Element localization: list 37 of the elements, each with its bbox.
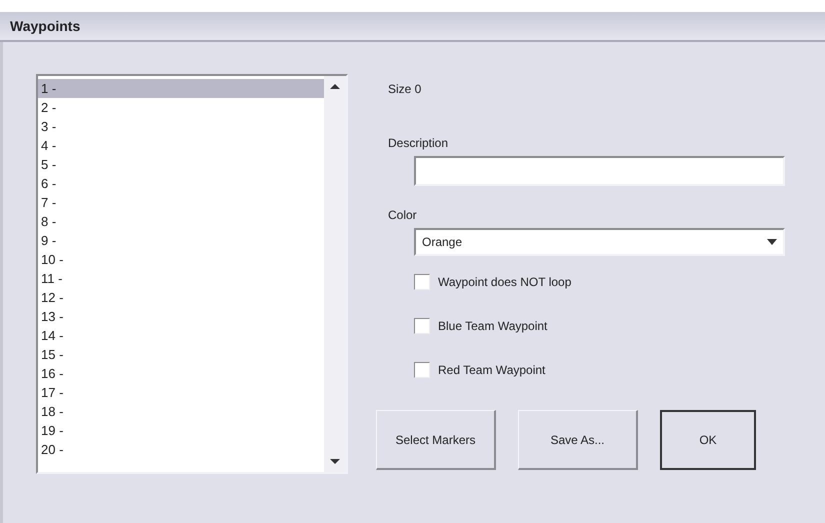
list-item[interactable]: 1 - — [38, 79, 324, 98]
list-item[interactable]: 15 - — [38, 345, 324, 364]
waypoint-list[interactable]: 1 - 2 - 3 - 4 - 5 - 6 - 7 - 8 - 9 - 10 - 11 - 12 - 13 - 14 - 15 - 16 - 17 - 18 - 19 - 20 - — [36, 74, 348, 474]
list-item[interactable]: 4 - — [38, 136, 324, 155]
list-item[interactable]: 9 - — [38, 231, 324, 250]
list-item[interactable]: 5 - — [38, 155, 324, 174]
color-dropdown[interactable]: Orange — [414, 228, 785, 256]
list-item[interactable]: 18 - — [38, 402, 324, 421]
dialog-button[interactable]: OK — [660, 410, 756, 470]
option-checkbox[interactable]: Red Team Waypoint — [414, 362, 785, 378]
description-label: Description — [388, 136, 450, 150]
option-checkbox[interactable]: Blue Team Waypoint — [414, 318, 785, 334]
dialog-button[interactable]: Select Markers — [376, 410, 496, 470]
list-item[interactable]: 3 - — [38, 117, 324, 136]
list-item[interactable]: 19 - — [38, 421, 324, 440]
list-item[interactable]: 17 - — [38, 383, 324, 402]
list-item[interactable]: 13 - — [38, 307, 324, 326]
option-checkbox[interactable]: Waypoint does NOT loop — [414, 274, 785, 290]
list-item[interactable]: 16 - — [38, 364, 324, 383]
list-item[interactable]: 7 - — [38, 193, 324, 212]
list-item[interactable]: 20 - — [38, 440, 324, 459]
list-item[interactable]: 6 - — [38, 174, 324, 193]
list-item[interactable]: 14 - — [38, 326, 324, 345]
scroll-down-icon[interactable] — [329, 458, 341, 466]
dropdown-arrow-icon — [767, 239, 777, 245]
size-label: Size 0 — [388, 82, 422, 96]
list-item[interactable]: 12 - — [38, 288, 324, 307]
description-field[interactable] — [414, 156, 785, 186]
list-item[interactable]: 8 - — [38, 212, 324, 231]
window-title: Waypoints — [10, 18, 80, 34]
scroll-up-icon[interactable] — [329, 82, 341, 90]
list-item[interactable]: 2 - — [38, 98, 324, 117]
list-item[interactable]: 11 - — [38, 269, 324, 288]
color-label: Color — [388, 208, 418, 222]
dialog-button[interactable]: Save As... — [518, 410, 638, 470]
scrollbar[interactable] — [324, 76, 346, 472]
list-item[interactable]: 10 - — [38, 250, 324, 269]
